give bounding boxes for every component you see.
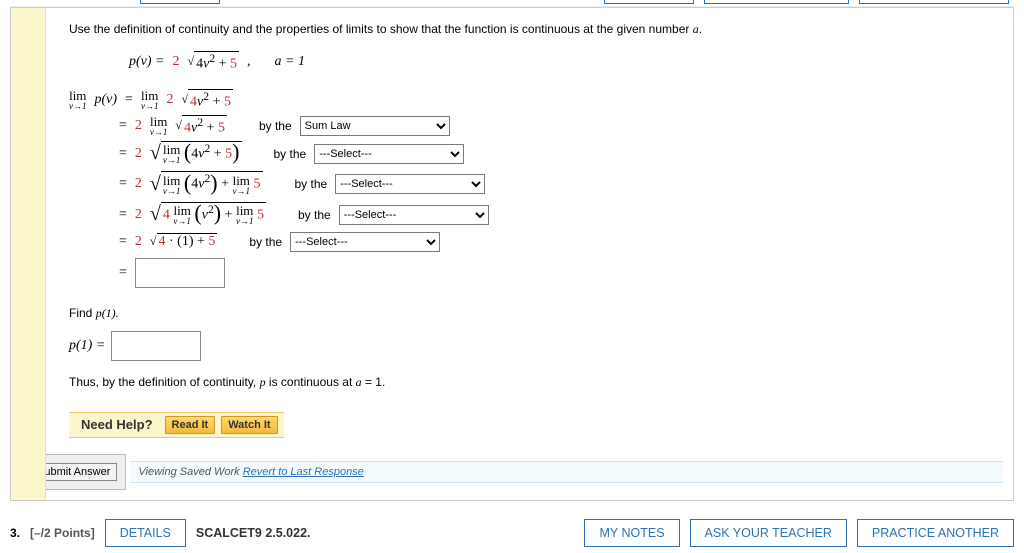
bythe-4: by the — [298, 208, 331, 222]
instruction-part-a: Use the definition of continuity and the… — [69, 22, 693, 36]
law-select-3[interactable]: ---Select--- — [335, 174, 485, 194]
lim-right: limv→1 — [141, 89, 159, 111]
ask-teacher-button[interactable]: ASK YOUR TEACHER — [690, 519, 847, 547]
details-button[interactable]: DETAILS — [105, 519, 186, 547]
instruction-text: Use the definition of continuity and the… — [69, 22, 1003, 37]
practice-another-button[interactable]: PRACTICE ANOTHER — [857, 519, 1014, 547]
func-lhs: p(v) = — [129, 54, 165, 70]
p1-lhs: p(1) = — [69, 338, 105, 354]
step-line-3: = 2 √ limv→1 (4v2) + limv→1 5 by the ---… — [119, 171, 1003, 197]
p1-answer-input[interactable] — [111, 331, 201, 361]
law-select-4[interactable]: ---Select--- — [339, 205, 489, 225]
step-final: = — [119, 258, 1003, 288]
bythe-5: by the — [249, 235, 282, 249]
need-help-label: Need Help? — [75, 417, 159, 432]
top-button-edges — [10, 0, 1014, 7]
watch-it-button[interactable]: Watch It — [221, 416, 277, 434]
bythe-1: by the — [259, 119, 292, 133]
step-line-4: = 2 √ 4 limv→1 (v2) + limv→1 5 by the --… — [119, 202, 1003, 228]
bythe-3: by the — [295, 177, 328, 191]
lim-left: limv→1 — [69, 89, 87, 111]
next-question-header: 3. [–/2 Points] DETAILS SCALCET9 2.5.022… — [10, 519, 1014, 547]
function-definition: p(v) = 2 √4v2 + 5 , a = 1 — [129, 51, 1003, 73]
my-notes-button[interactable]: MY NOTES — [584, 519, 679, 547]
func-two: 2 — [173, 54, 180, 70]
final-answer-input[interactable] — [135, 258, 225, 288]
question-block: Use the definition of continuity and the… — [10, 7, 1014, 501]
step-line-0: limv→1 p(v) = limv→1 2 √4v2 + 5 — [69, 89, 1003, 111]
step-line-2: = 2 √ limv→1 (4v2 + 5) by the ---Select-… — [119, 141, 1003, 167]
step-line-5: = 2 √4 · (1) + 5 by the ---Select--- — [119, 232, 1003, 252]
need-help-bar: Need Help? Read It Watch It — [69, 412, 284, 438]
func-comma: , — [247, 54, 251, 70]
conclusion: Thus, by the definition of continuity, p… — [69, 375, 1003, 390]
instruction-part-b: . — [699, 22, 702, 36]
law-select-2[interactable]: ---Select--- — [314, 144, 464, 164]
final-eq: = — [119, 265, 127, 281]
law-select-5[interactable]: ---Select--- — [290, 232, 440, 252]
revert-link[interactable]: Revert to Last Response — [243, 466, 364, 478]
law-select-1[interactable]: Sum Law — [300, 116, 450, 136]
bythe-2: by the — [274, 147, 307, 161]
read-it-button[interactable]: Read It — [165, 416, 216, 434]
submit-row: Submit Answer Viewing Saved Work Revert … — [69, 454, 1003, 490]
question-points: [–/2 Points] — [30, 526, 95, 540]
question-reference: SCALCET9 2.5.022. — [196, 526, 311, 540]
find-p1-label: Find p(1). — [69, 306, 1003, 321]
func-sqrt: √4v2 + 5 — [188, 51, 240, 73]
saved-work-bar: Viewing Saved Work Revert to Last Respon… — [130, 461, 1003, 483]
step-line-1: = 2 limv→1 √4v2 + 5 by the Sum Law — [119, 115, 1003, 137]
question-left-gutter — [11, 8, 46, 500]
func-a-eq: a = 1 — [275, 54, 305, 70]
saved-prefix: Viewing Saved Work — [138, 466, 242, 478]
question-number: 3. — [10, 526, 20, 540]
p1-row: p(1) = — [69, 331, 1003, 361]
